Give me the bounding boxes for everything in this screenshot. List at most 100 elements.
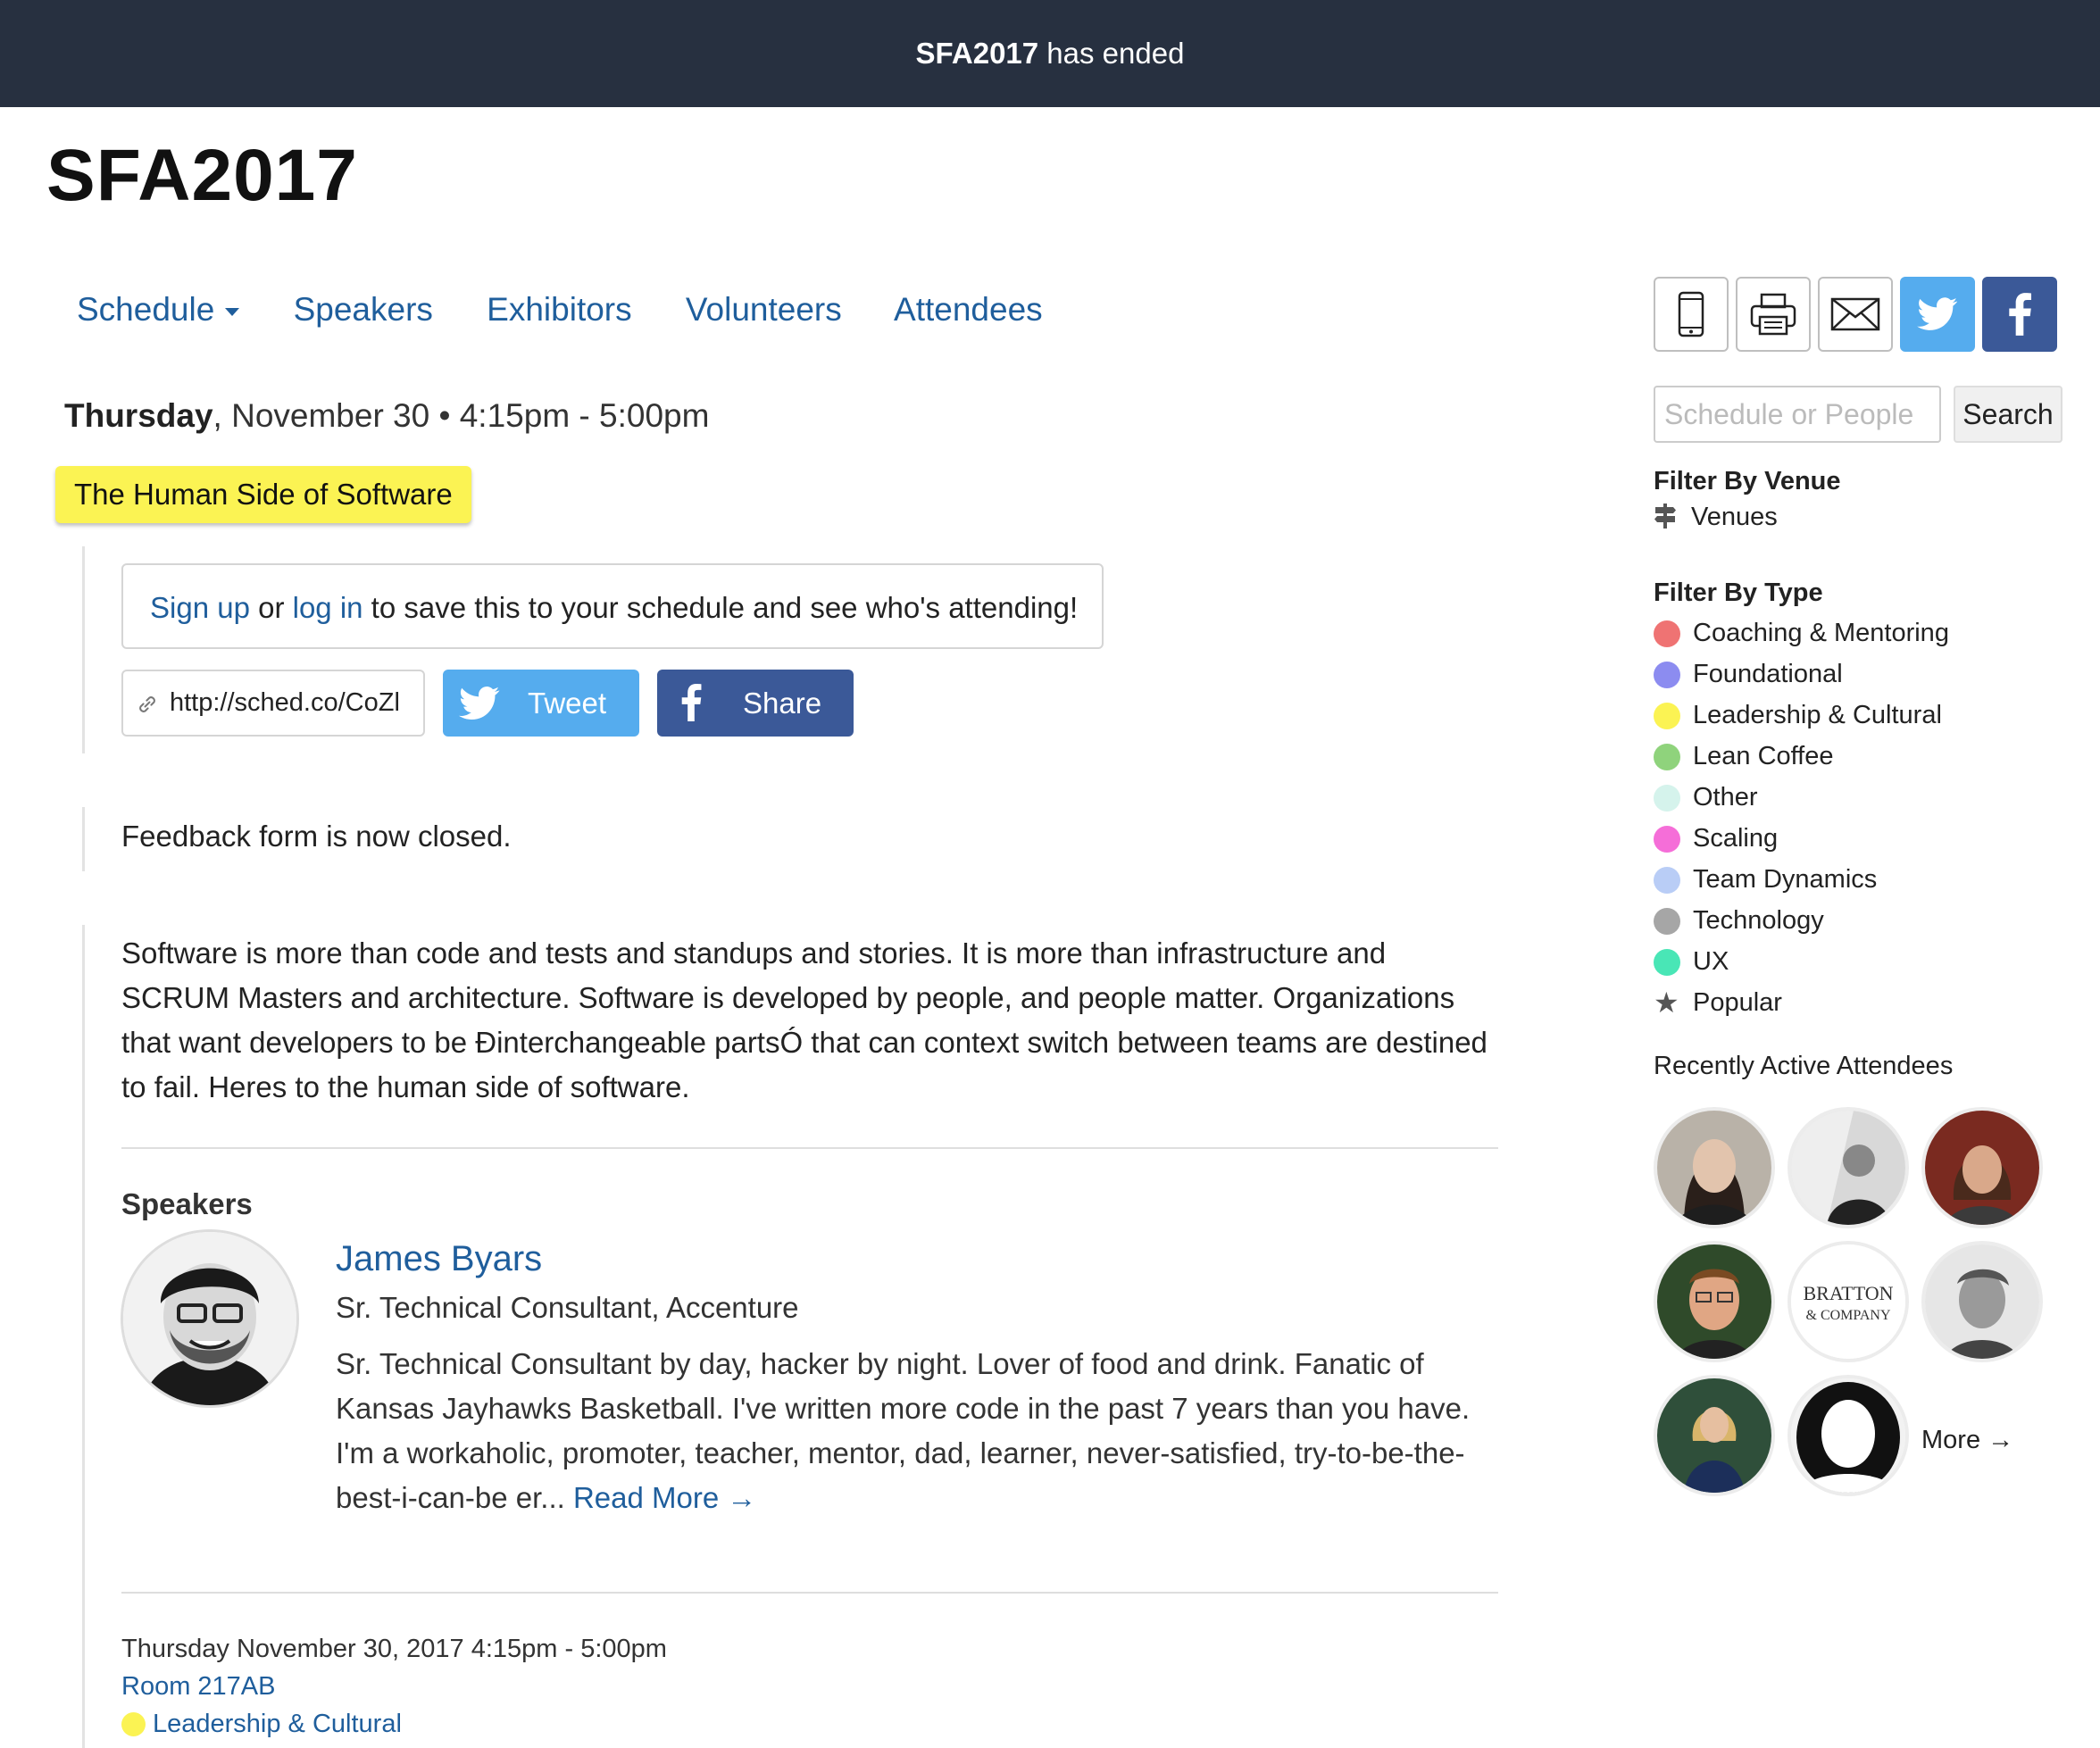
nav-schedule-label: Schedule [77, 291, 215, 328]
signup-link[interactable]: Sign up [150, 591, 250, 624]
email-button[interactable] [1818, 277, 1893, 352]
type-color-dot [1654, 867, 1680, 894]
facebook-share-button-sidebar[interactable] [1982, 277, 2057, 352]
type-color-dot [1654, 744, 1680, 770]
type-color-dot [1654, 908, 1680, 935]
type-label: Popular [1693, 988, 1782, 1017]
tweet-button[interactable]: Tweet [443, 670, 639, 737]
type-label: Leadership & Cultural [1693, 701, 1942, 729]
attendee-photo [1657, 1378, 1771, 1493]
filter-venue-heading: Filter By Venue [1654, 467, 1841, 495]
section-divider-line [82, 546, 85, 753]
type-filter-scaling[interactable]: Scaling [1654, 818, 1949, 859]
twitter-share-button[interactable] [1900, 277, 1975, 352]
attendee-avatar-default[interactable] [1791, 1378, 1905, 1493]
facebook-share-button[interactable]: Share [657, 670, 854, 737]
share-label: Share [743, 687, 822, 720]
type-filter-other[interactable]: Other [1654, 777, 1949, 818]
session-meta: Thursday November 30, 2017 4:15pm - 5:00… [121, 1630, 667, 1743]
nav-schedule[interactable]: Schedule [77, 291, 240, 328]
type-color-dot [1654, 949, 1680, 976]
tweet-label: Tweet [528, 687, 607, 720]
signpost-icon [1654, 504, 1676, 529]
filter-type-heading: Filter By Type [1654, 579, 1823, 607]
type-color-dot [1654, 620, 1680, 647]
facebook-icon [2009, 293, 2031, 336]
event-ended-banner: SFA2017 has ended [0, 0, 2100, 107]
section-divider-line [82, 925, 85, 1748]
default-user-icon [1791, 1378, 1905, 1493]
speaker-role: Sr. Technical Consultant, Accenture [336, 1291, 799, 1324]
login-link[interactable]: log in [293, 591, 363, 624]
type-color-dot [1654, 662, 1680, 688]
signup-or-text: or [249, 591, 293, 624]
type-filter-foundational[interactable]: Foundational [1654, 653, 1949, 695]
divider [121, 1147, 1498, 1149]
attendee-avatar[interactable] [1791, 1111, 1905, 1225]
bratton-company-logo: BRATTON & COMPANY [1791, 1244, 1905, 1359]
type-filter-ux[interactable]: UX [1654, 941, 1949, 982]
mobile-phone-icon [1678, 291, 1704, 337]
short-url-value: http://sched.co/CoZl [170, 688, 400, 717]
feedback-closed-notice: Feedback form is now closed. [121, 820, 512, 853]
attendee-avatar[interactable] [1925, 1244, 2039, 1359]
venues-filter-link[interactable]: Venues [1654, 503, 1778, 532]
attendee-avatar[interactable] [1657, 1244, 1771, 1359]
type-label: Technology [1693, 906, 1824, 935]
type-label: Team Dynamics [1693, 865, 1878, 894]
site-title[interactable]: SFA2017 [46, 134, 358, 218]
speaker-portrait-image [123, 1232, 296, 1405]
attendee-avatar[interactable] [1657, 1111, 1771, 1225]
mobile-app-button[interactable] [1654, 277, 1729, 352]
type-filter-popular[interactable]: ★ Popular [1654, 982, 1949, 1023]
envelope-icon [1830, 297, 1880, 331]
nav-attendees[interactable]: Attendees [894, 291, 1043, 328]
type-filter-list: Coaching & Mentoring Foundational Leader… [1654, 612, 1949, 1023]
nav-speakers[interactable]: Speakers [294, 291, 433, 328]
session-title: The Human Side of Software [55, 466, 471, 523]
type-label: Other [1693, 783, 1758, 812]
attendee-avatar[interactable] [1657, 1378, 1771, 1493]
session-day: Thursday [64, 397, 213, 434]
search-input[interactable] [1654, 386, 1941, 443]
speaker-name-link[interactable]: James Byars [336, 1239, 542, 1279]
type-filter-team-dynamics[interactable]: Team Dynamics [1654, 859, 1949, 900]
nav-volunteers[interactable]: Volunteers [686, 291, 842, 328]
attendee-photo [1657, 1244, 1771, 1359]
type-filter-coaching-mentoring[interactable]: Coaching & Mentoring [1654, 612, 1949, 653]
speaker-bio: Sr. Technical Consultant by day, hacker … [336, 1342, 1488, 1520]
type-label: Lean Coffee [1693, 742, 1834, 770]
print-button[interactable] [1736, 277, 1811, 352]
attendee-avatar[interactable] [1925, 1111, 2039, 1225]
type-label: Scaling [1693, 824, 1779, 853]
read-more-link[interactable]: Read More → [573, 1481, 756, 1514]
printer-icon [1750, 293, 1796, 336]
attendee-avatar[interactable]: BRATTON & COMPANY [1791, 1244, 1905, 1359]
room-link[interactable]: Room 217AB [121, 1672, 276, 1701]
type-label: Foundational [1693, 660, 1843, 688]
facebook-icon [681, 684, 702, 721]
nav-exhibitors[interactable]: Exhibitors [487, 291, 631, 328]
attendee-photo [1925, 1244, 2039, 1359]
search-button[interactable]: Search [1954, 386, 2062, 443]
type-filter-technology[interactable]: Technology [1654, 900, 1949, 941]
type-filter-leadership-cultural[interactable]: Leadership & Cultural [1654, 695, 1949, 736]
type-color-dot [1654, 703, 1680, 729]
attendee-photo [1791, 1111, 1905, 1225]
banner-status-text: has ended [1038, 37, 1185, 70]
section-divider-line [82, 807, 85, 871]
type-label: Coaching & Mentoring [1693, 619, 1949, 647]
short-url-field[interactable]: http://sched.co/CoZl [121, 670, 425, 737]
session-description: Software is more than code and tests and… [121, 936, 1488, 1103]
speaker-avatar[interactable] [123, 1232, 296, 1405]
session-type-link[interactable]: Leadership & Cultural [153, 1710, 402, 1738]
type-filter-lean-coffee[interactable]: Lean Coffee [1654, 736, 1949, 777]
type-color-dot [1654, 826, 1680, 853]
type-label: UX [1693, 947, 1729, 976]
recent-attendees-heading: Recently Active Attendees [1654, 1052, 1954, 1080]
svg-text:& COMPANY: & COMPANY [1806, 1308, 1891, 1323]
type-color-dot [1654, 785, 1680, 812]
signup-prompt: Sign up or log in to save this to your s… [121, 563, 1104, 649]
more-attendees-link[interactable]: More → [1921, 1426, 2013, 1455]
caret-down-icon [225, 307, 240, 316]
